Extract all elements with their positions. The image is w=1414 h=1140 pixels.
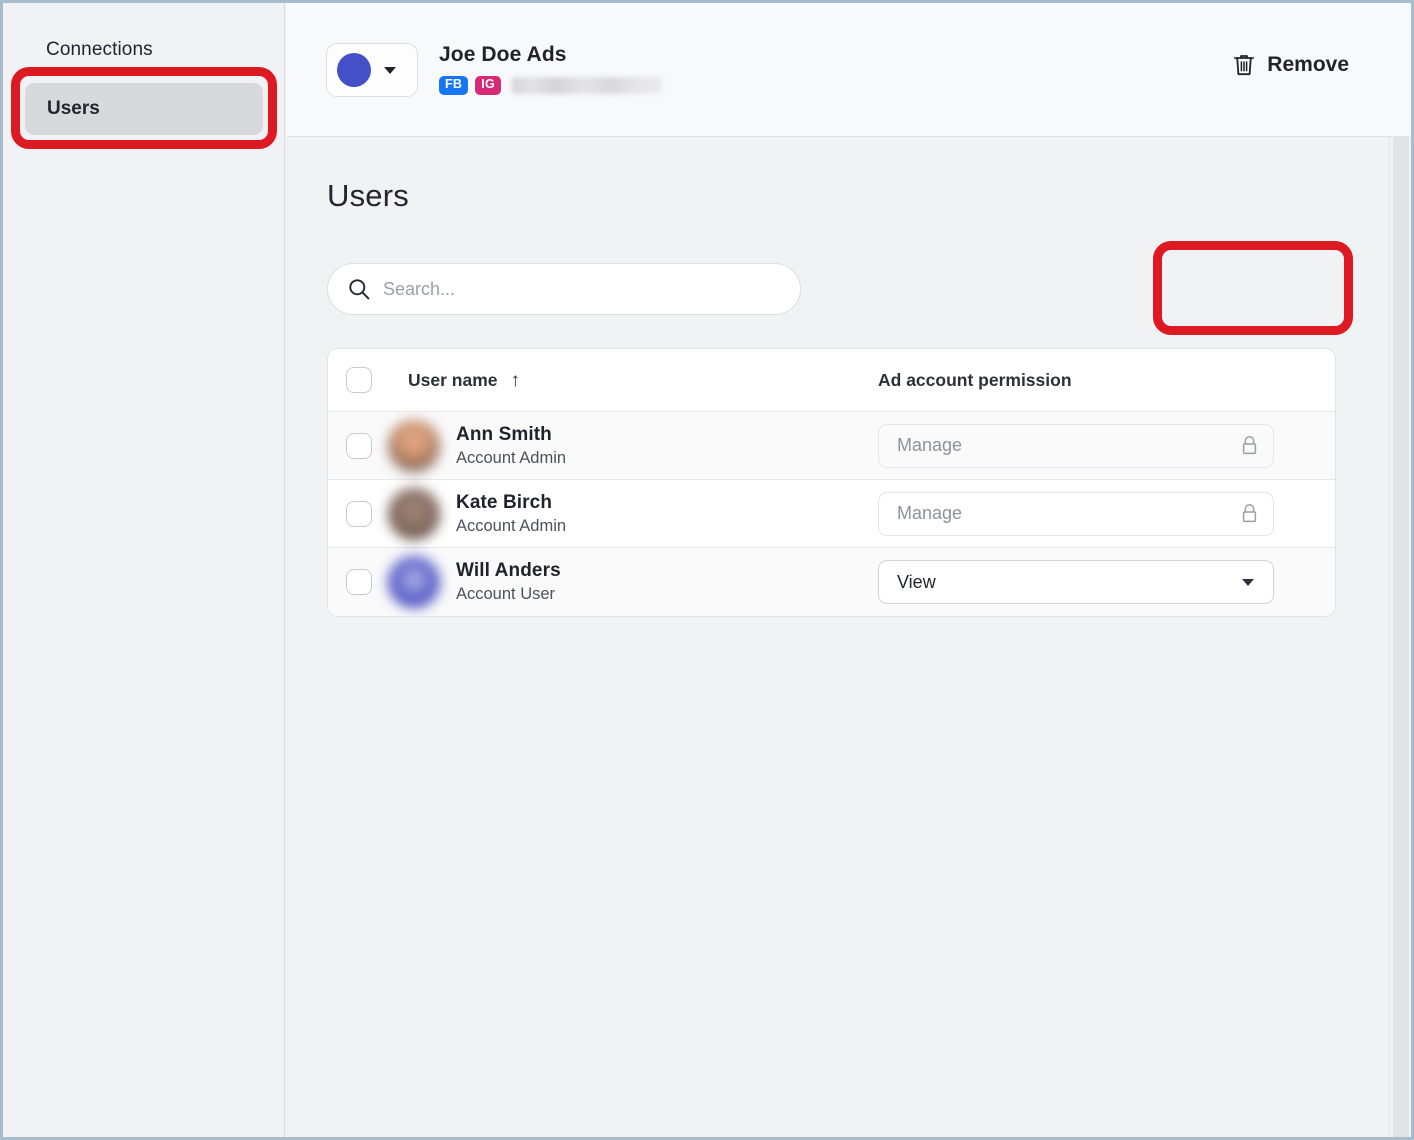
search-input[interactable] [383, 279, 773, 300]
redacted-account-id [512, 77, 662, 94]
column-header-username-label: User name [408, 370, 498, 391]
user-cell: Will Anders Account User [388, 556, 878, 608]
user-name: Ann Smith [456, 424, 566, 446]
app-window: Connections Users Joe Doe Ads FB IG [0, 0, 1414, 1140]
sidebar: Connections Users [3, 3, 285, 1137]
instagram-badge: IG [475, 76, 501, 95]
main-panel: Joe Doe Ads FB IG Remove Users [286, 3, 1411, 1137]
chevron-down-icon [1242, 579, 1254, 586]
row-checkbox[interactable] [346, 501, 372, 527]
permission-value: Manage [897, 435, 962, 456]
user-name: Kate Birch [456, 492, 566, 514]
search-icon [348, 278, 370, 300]
select-all-checkbox[interactable] [346, 367, 372, 393]
search-box[interactable] [327, 263, 801, 315]
row-checkbox[interactable] [346, 569, 372, 595]
user-role: Account Admin [456, 517, 566, 536]
account-selector[interactable] [326, 43, 418, 97]
user-role: Account User [456, 585, 561, 604]
avatar [388, 556, 440, 608]
remove-button[interactable]: Remove [1233, 53, 1349, 77]
column-header-permission: Ad account permission [878, 370, 1072, 391]
sidebar-item-label: Users [47, 98, 100, 120]
user-text: Will Anders Account User [456, 560, 561, 604]
vertical-scrollbar[interactable] [1389, 137, 1411, 1137]
sidebar-heading-connections: Connections [46, 39, 153, 61]
remove-label: Remove [1267, 53, 1349, 77]
facebook-badge: FB [439, 76, 468, 95]
page-title: Users [327, 178, 409, 214]
user-role: Account Admin [456, 449, 566, 468]
user-cell: Ann Smith Account Admin [388, 420, 878, 472]
account-name: Joe Doe Ads [439, 43, 662, 67]
account-platform-badges: FB IG [439, 76, 662, 95]
lock-icon [1241, 435, 1258, 456]
avatar [388, 488, 440, 540]
chevron-down-icon [384, 67, 396, 74]
table-row[interactable]: Ann Smith Account Admin Manage [328, 412, 1335, 480]
permission-select[interactable]: View [878, 560, 1274, 604]
table-header-row: User name ↑ Ad account permission [328, 349, 1335, 412]
table-row[interactable]: Will Anders Account User View [328, 548, 1335, 616]
users-table: User name ↑ Ad account permission Ann Sm… [327, 348, 1336, 617]
account-avatar [337, 53, 371, 87]
trash-icon [1233, 53, 1255, 77]
permission-value: View [897, 572, 936, 593]
user-text: Kate Birch Account Admin [456, 492, 566, 536]
content-area: Users + Add user User name [286, 137, 1389, 1137]
account-info: Joe Doe Ads FB IG [439, 43, 662, 95]
account-header: Joe Doe Ads FB IG Remove [286, 3, 1411, 137]
permission-value: Manage [897, 503, 962, 524]
user-name: Will Anders [456, 560, 561, 582]
user-cell: Kate Birch Account Admin [388, 488, 878, 540]
lock-icon [1241, 503, 1258, 524]
permission-field-locked: Manage [878, 492, 1274, 536]
row-checkbox[interactable] [346, 433, 372, 459]
arrow-up-icon: ↑ [511, 371, 521, 390]
permission-field-locked: Manage [878, 424, 1274, 468]
sidebar-item-users[interactable]: Users [25, 83, 263, 135]
table-row[interactable]: Kate Birch Account Admin Manage [328, 480, 1335, 548]
user-text: Ann Smith Account Admin [456, 424, 566, 468]
avatar [388, 420, 440, 472]
scrollbar-thumb[interactable] [1393, 137, 1409, 1137]
column-header-username[interactable]: User name ↑ [408, 370, 878, 391]
